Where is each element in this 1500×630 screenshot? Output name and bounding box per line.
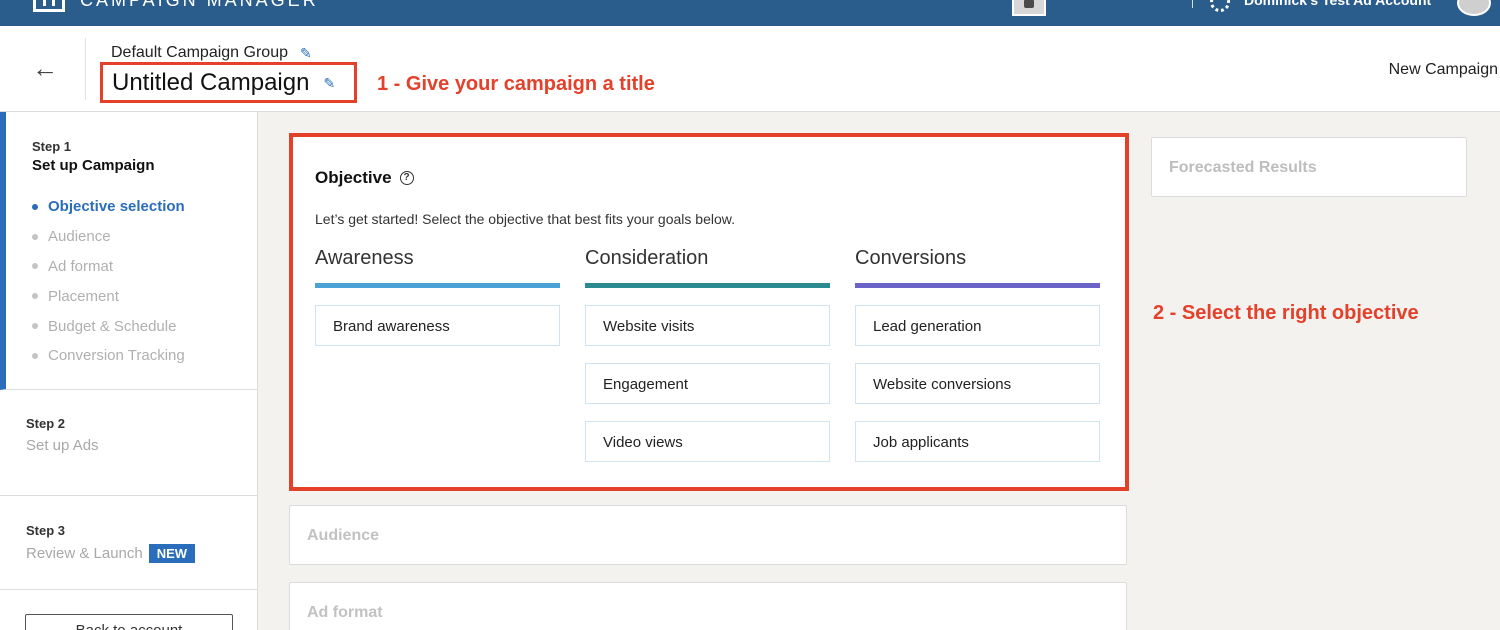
substep-label: Audience bbox=[48, 228, 111, 246]
back-arrow-icon[interactable]: ← bbox=[30, 54, 60, 84]
objective-option-engagement[interactable]: Engagement bbox=[585, 363, 830, 404]
objective-option-website-visits[interactable]: Website visits bbox=[585, 305, 830, 346]
substep-audience[interactable]: Audience bbox=[32, 222, 185, 252]
step-2-header: Step 2 Set up Ads bbox=[26, 416, 99, 454]
bullet-icon bbox=[32, 233, 38, 240]
column-title: Awareness bbox=[315, 247, 414, 269]
step-number: Step 3 bbox=[26, 523, 66, 538]
forecasted-results-card: Forecasted Results bbox=[1151, 137, 1467, 197]
objective-column-awareness: Awareness Brand awareness bbox=[315, 247, 560, 346]
bullet-icon bbox=[32, 323, 38, 330]
topbar-divider bbox=[1192, 0, 1193, 8]
objective-option-video-views[interactable]: Video views bbox=[585, 421, 830, 462]
top-navigation-bar: CAMPAIGN MANAGER Dominick's Test Ad Acco… bbox=[0, 0, 1500, 26]
step-1-substeps: Objective selection Audience Ad format P… bbox=[32, 192, 185, 371]
step-title: Review & Launch bbox=[26, 545, 143, 562]
audience-section[interactable]: Audience bbox=[289, 505, 1127, 565]
gear-icon[interactable] bbox=[1210, 0, 1230, 12]
account-switcher[interactable]: Dominick's Test Ad Account bbox=[1244, 0, 1431, 8]
substep-label: Conversion Tracking bbox=[48, 347, 185, 365]
step-2-panel[interactable]: Step 2 Set up Ads bbox=[0, 390, 258, 496]
objective-title: Objective bbox=[315, 168, 392, 187]
edit-group-pencil-icon[interactable]: ✎ bbox=[300, 46, 314, 60]
help-icon[interactable]: ? bbox=[399, 171, 414, 185]
avatar[interactable] bbox=[1457, 0, 1491, 16]
substep-budget-schedule[interactable]: Budget & Schedule bbox=[32, 311, 185, 341]
campaign-header: ← Default Campaign Group ✎ Untitled Camp… bbox=[0, 26, 1500, 112]
objective-description: Let’s get started! Select the objective … bbox=[315, 211, 735, 227]
column-title: Conversions bbox=[855, 247, 967, 269]
audience-section-title: Audience bbox=[307, 527, 380, 544]
campaign-group-row: Default Campaign Group ✎ bbox=[111, 43, 314, 63]
objective-option-job-applicants[interactable]: Job applicants bbox=[855, 421, 1100, 462]
bullet-icon bbox=[32, 293, 38, 300]
substep-ad-format[interactable]: Ad format bbox=[32, 252, 185, 282]
campaign-group-name: Default Campaign Group bbox=[111, 44, 288, 61]
ad-format-section-title: Ad format bbox=[307, 604, 383, 621]
column-color-bar bbox=[315, 283, 560, 288]
objective-option-brand-awareness[interactable]: Brand awareness bbox=[315, 305, 560, 346]
edit-title-pencil-icon[interactable]: ✎ bbox=[323, 76, 337, 90]
campaign-manager-logo-icon[interactable] bbox=[33, 0, 65, 12]
new-badge: NEW bbox=[148, 544, 196, 563]
substep-placement[interactable]: Placement bbox=[32, 281, 185, 311]
app-title: CAMPAIGN MANAGER bbox=[80, 0, 319, 10]
column-color-bar bbox=[855, 283, 1100, 288]
steps-sidebar: Step 1 Set up Campaign Objective selecti… bbox=[0, 112, 258, 630]
step-3-panel[interactable]: Step 3 Review & Launch NEW bbox=[0, 496, 258, 590]
substep-label: Placement bbox=[48, 287, 119, 305]
user-thumbnail[interactable] bbox=[1012, 0, 1046, 16]
objective-option-website-conversions[interactable]: Website conversions bbox=[855, 363, 1100, 404]
new-campaign-label: New Campaign bbox=[1388, 61, 1498, 78]
column-color-bar bbox=[585, 283, 830, 288]
step-number: Step 2 bbox=[26, 416, 66, 431]
objective-header: Objective ? bbox=[315, 168, 414, 188]
objective-option-lead-generation[interactable]: Lead generation bbox=[855, 305, 1100, 346]
forecasted-results-title: Forecasted Results bbox=[1169, 159, 1317, 176]
substep-objective-selection[interactable]: Objective selection bbox=[32, 192, 185, 222]
objective-column-conversions: Conversions Lead generation Website conv… bbox=[855, 247, 1100, 462]
column-title: Consideration bbox=[585, 247, 709, 269]
step-1-panel: Step 1 Set up Campaign Objective selecti… bbox=[0, 112, 258, 390]
step-title: Set up Campaign bbox=[32, 157, 155, 174]
bullet-icon bbox=[32, 352, 38, 359]
substep-label: Ad format bbox=[48, 257, 114, 275]
bullet-icon bbox=[32, 263, 38, 270]
step-title-row: Review & Launch NEW bbox=[26, 544, 196, 563]
objective-panel: Objective ? Let’s get started! Select th… bbox=[289, 133, 1129, 491]
substep-conversion-tracking[interactable]: Conversion Tracking bbox=[32, 341, 185, 371]
back-to-account-button[interactable]: Back to account bbox=[25, 614, 233, 630]
step-title: Set up Ads bbox=[26, 437, 99, 454]
step-1-header: Step 1 Set up Campaign bbox=[32, 139, 155, 174]
annotation-title-hint: 1 - Give your campaign a title bbox=[377, 73, 655, 95]
annotation-objective-hint: 2 - Select the right objective bbox=[1153, 302, 1419, 324]
header-divider bbox=[85, 38, 86, 100]
objective-column-consideration: Consideration Website visits Engagement … bbox=[585, 247, 830, 462]
substep-label: Objective selection bbox=[48, 198, 185, 216]
ad-format-section[interactable]: Ad format bbox=[289, 582, 1127, 630]
campaign-title[interactable]: Untitled Campaign bbox=[112, 69, 309, 97]
substep-label: Budget & Schedule bbox=[48, 317, 177, 335]
step-number: Step 1 bbox=[32, 139, 72, 154]
bullet-icon bbox=[32, 203, 38, 210]
campaign-title-highlight: Untitled Campaign ✎ bbox=[100, 62, 357, 103]
step-3-header: Step 3 Review & Launch NEW bbox=[26, 523, 196, 563]
